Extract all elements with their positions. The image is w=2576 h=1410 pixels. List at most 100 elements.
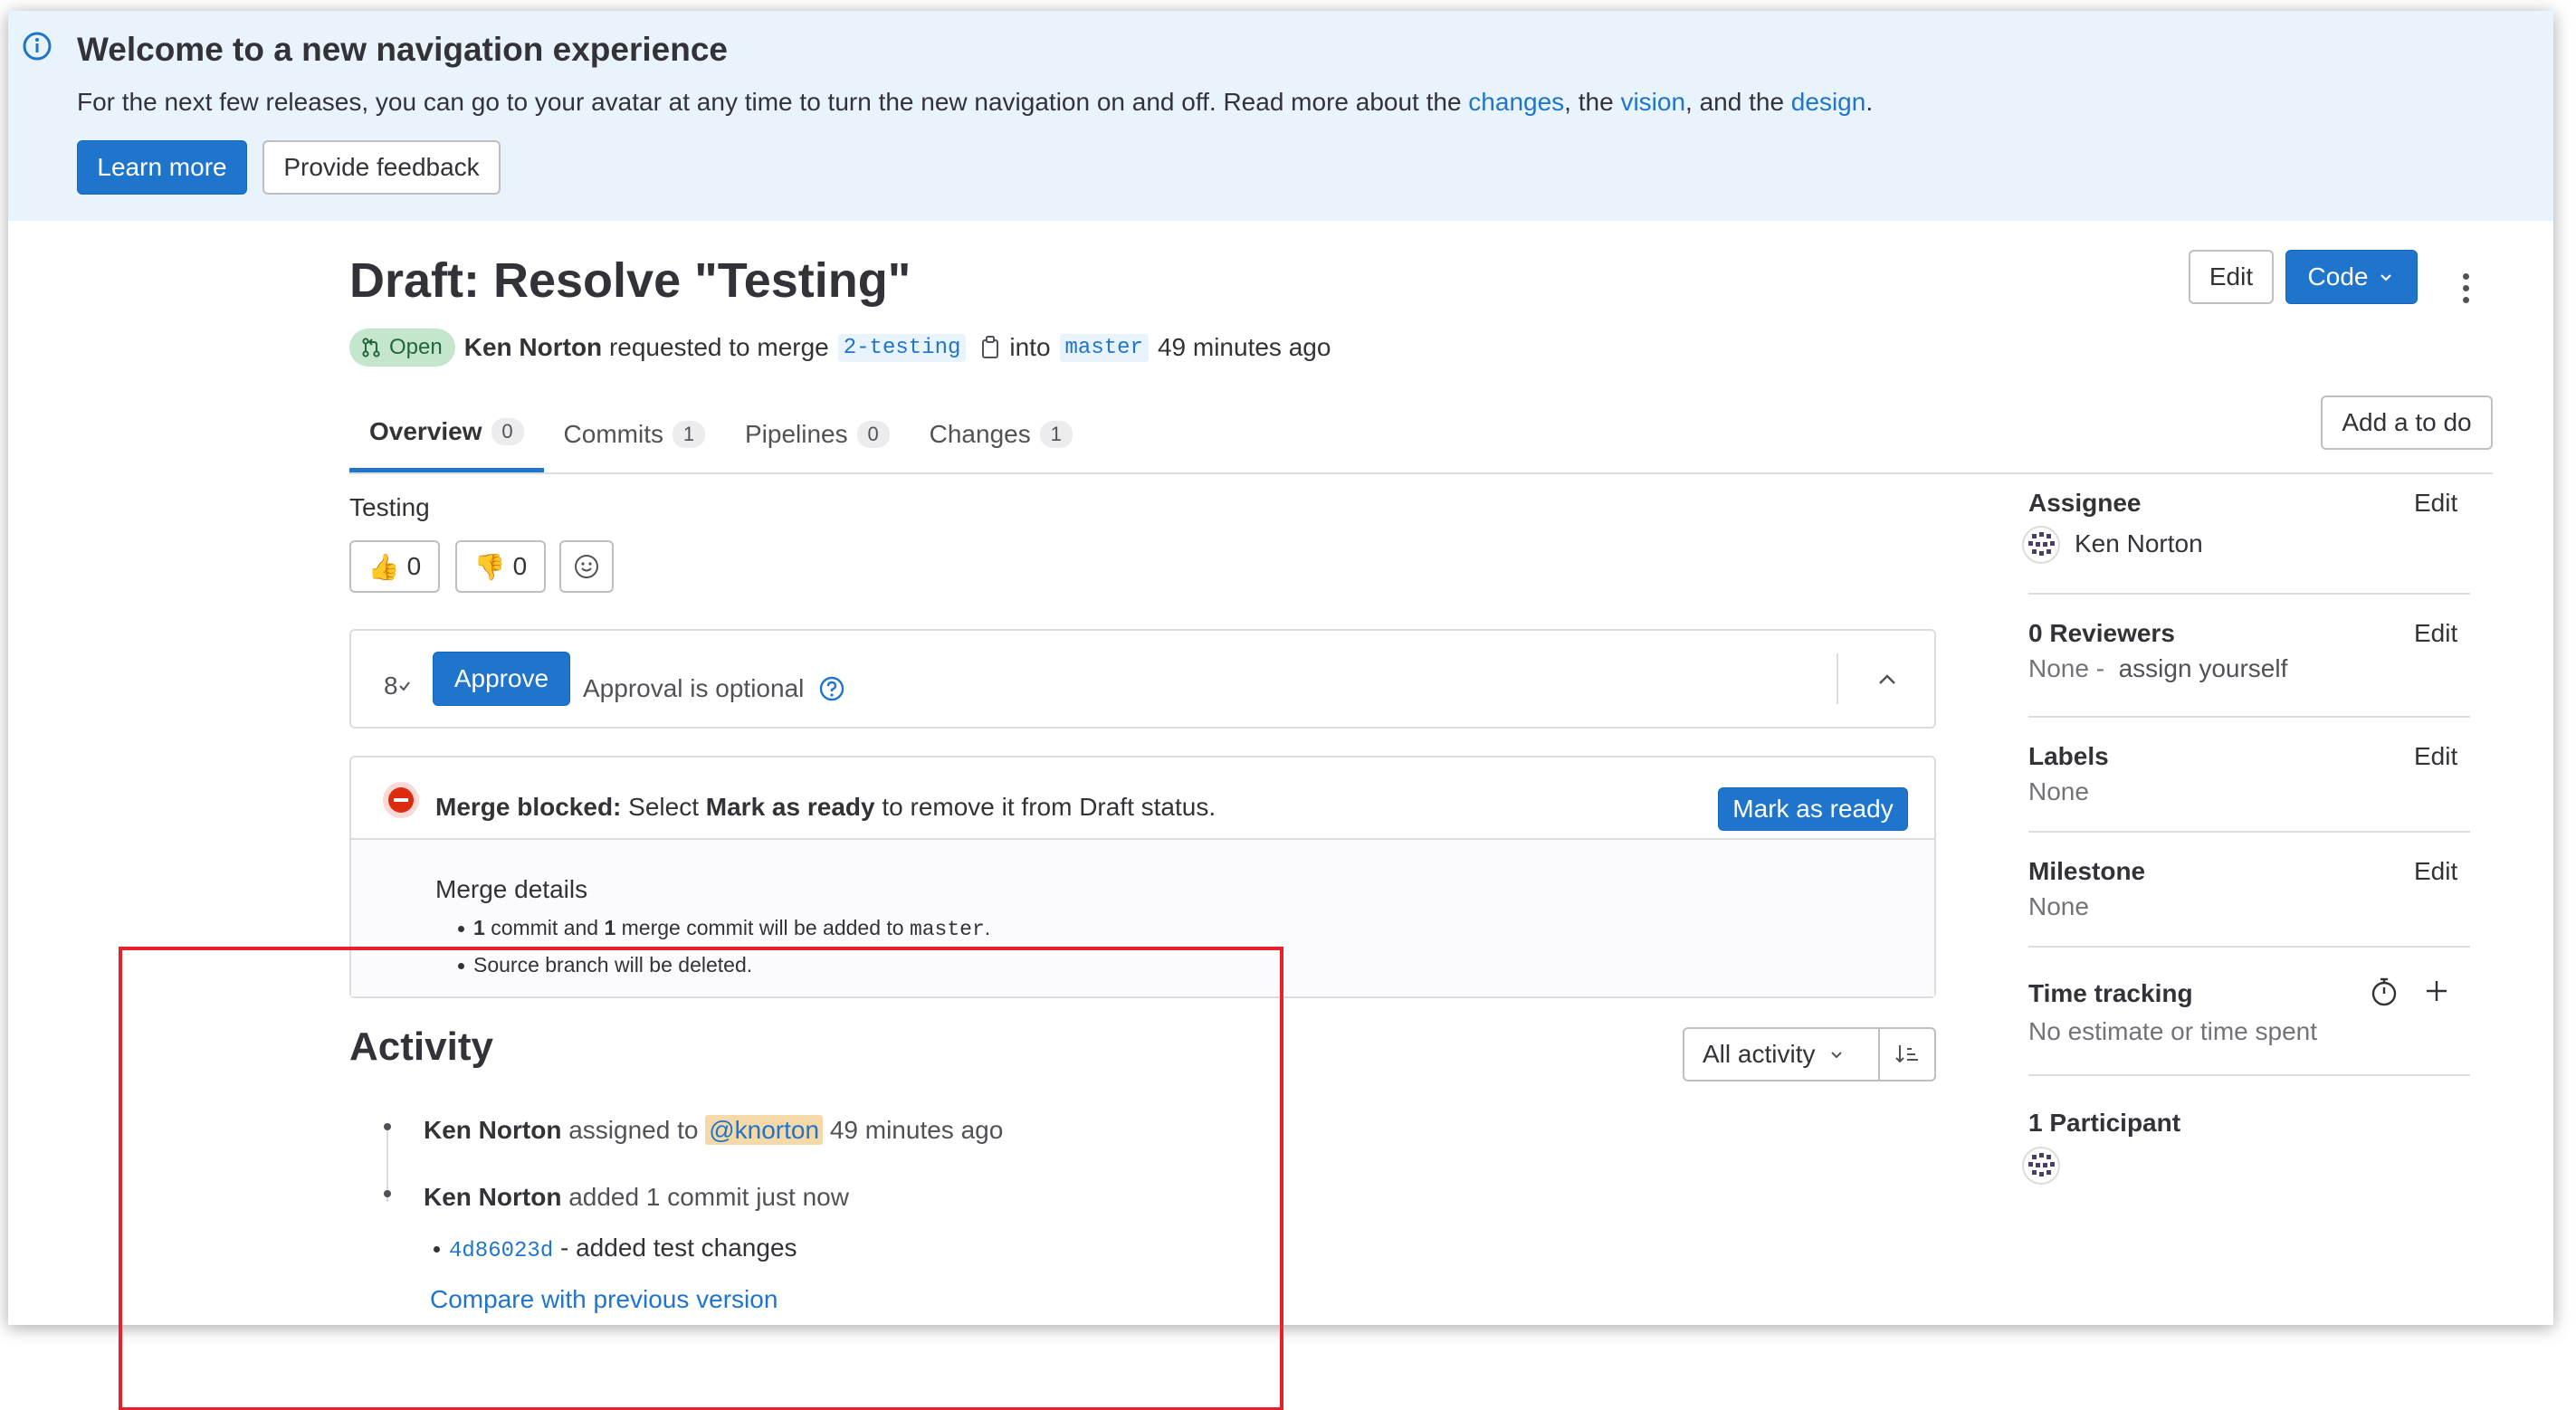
merge-request-meta: Open Ken Norton requested to merge 2-tes… (349, 328, 1331, 367)
sidebar-divider (2028, 946, 2470, 948)
author-name[interactable]: Ken Norton (464, 333, 602, 362)
banner-text-part: . (1865, 88, 1874, 116)
tabs-divider (349, 472, 2493, 474)
panel-divider (1837, 653, 1838, 704)
design-link[interactable]: design (1791, 88, 1866, 116)
changes-link[interactable]: changes (1468, 88, 1564, 116)
reviewers-title: 0 Reviewers (2028, 619, 2175, 647)
status-label: Open (389, 335, 443, 359)
tab-count: 0 (491, 418, 524, 445)
merge-detail-item: 1 commit and 1 merge commit will be adde… (458, 916, 990, 941)
participant-avatar[interactable] (2021, 1146, 2061, 1186)
source-branch[interactable]: 2-testing (837, 333, 967, 362)
created-time: 49 minutes ago (1157, 333, 1331, 361)
add-todo-button[interactable]: Add a to do (2321, 395, 2493, 450)
provide-feedback-button[interactable]: Provide feedback (262, 140, 501, 195)
merge-detail-text: commit and (491, 916, 599, 939)
description: Testing (349, 493, 430, 521)
banner-text-part: For the next few releases, you can go to… (77, 88, 1469, 116)
code-button-label: Code (2307, 262, 2369, 291)
merge-detail-branch: master (909, 918, 985, 941)
mark-as-ready-button[interactable]: Mark as ready (1718, 787, 1908, 831)
banner-text-part: , the (1564, 88, 1621, 116)
reaction-count: 0 (406, 552, 422, 580)
code-dropdown-button[interactable]: Code (2285, 250, 2418, 304)
avatar[interactable] (2021, 525, 2061, 565)
assignee-title: Assignee (2028, 489, 2142, 517)
tab-commits[interactable]: Commits 1 (544, 395, 725, 472)
page-title: Draft: Resolve "Testing" (349, 253, 911, 308)
tab-overview[interactable]: Overview 0 (349, 395, 544, 472)
smiley-icon (575, 555, 598, 578)
time-tracking-title: Time tracking (2028, 979, 2193, 1007)
vision-link[interactable]: vision (1620, 88, 1685, 116)
tab-count: 1 (672, 420, 705, 448)
sort-direction-button[interactable] (1880, 1029, 1934, 1080)
participants-title: 1 Participant (2028, 1109, 2181, 1137)
chevron-up-icon[interactable] (1875, 667, 1900, 692)
thumbsdown-icon: 👎 (473, 551, 506, 582)
merge-detail-text: 1 (604, 916, 616, 939)
banner-title: Welcome to a new navigation experience (77, 31, 728, 68)
more-actions-icon[interactable] (2452, 264, 2479, 311)
activity-filter-dropdown[interactable]: All activity (1684, 1029, 1880, 1080)
approval-optional-label: Approval is optional (583, 674, 805, 702)
thumbsup-reaction-button[interactable]: 👍 0 (349, 540, 440, 593)
banner-text: For the next few releases, you can go to… (77, 83, 1873, 121)
labels-edit-link[interactable]: Edit (2414, 742, 2457, 771)
merge-blocked-message: Merge blocked: Select Mark as ready to r… (435, 793, 1216, 822)
tab-label: Changes (929, 419, 1031, 448)
assign-yourself-link[interactable]: assign yourself (2119, 654, 2288, 682)
stopwatch-icon[interactable] (2369, 976, 2399, 1008)
learn-more-button[interactable]: Learn more (77, 140, 247, 195)
requested-text: requested to merge (608, 333, 829, 361)
assignee-edit-link[interactable]: Edit (2414, 489, 2457, 518)
copy-icon[interactable] (980, 335, 1002, 360)
labels-title: Labels (2028, 742, 2109, 770)
edit-button[interactable]: Edit (2189, 250, 2274, 304)
assignee-name[interactable]: Ken Norton (2075, 529, 2203, 558)
reviewers-edit-link[interactable]: Edit (2414, 619, 2457, 648)
thumbsdown-reaction-button[interactable]: 👎 0 (455, 540, 546, 593)
activity-filter: All activity (1683, 1027, 1936, 1081)
tab-label: Pipelines (744, 419, 848, 448)
reaction-count: 0 (512, 552, 528, 580)
check-icon (398, 681, 410, 691)
merge-detail-text: 1 (473, 916, 485, 939)
milestone-value: None (2028, 892, 2089, 920)
approvals-count: 8 (384, 672, 398, 700)
tab-label: Commits (563, 419, 663, 448)
tab-label: Overview (369, 417, 482, 445)
merge-blocked-label: Merge blocked: (435, 793, 622, 821)
chevron-down-icon (2380, 274, 2392, 281)
tab-changes[interactable]: Changes 1 (910, 395, 1092, 472)
plus-icon[interactable] (2423, 977, 2450, 1005)
approve-button[interactable]: Approve (433, 652, 570, 706)
tab-pipelines[interactable]: Pipelines 0 (725, 395, 910, 472)
activity-filter-label: All activity (1703, 1040, 1816, 1068)
milestone-title: Milestone (2028, 857, 2146, 885)
sidebar-divider (2028, 831, 2470, 833)
highlight-annotation (119, 947, 1283, 1410)
sidebar-divider (2028, 593, 2470, 595)
tab-count: 1 (1039, 420, 1073, 448)
sidebar-divider (2028, 1074, 2470, 1076)
target-branch[interactable]: master (1059, 333, 1149, 362)
merge-text-bold: Mark as ready (705, 793, 875, 821)
into-text: into (1009, 333, 1051, 361)
merge-request-icon (362, 338, 380, 357)
banner-text-part: , and the (1685, 88, 1791, 116)
thumbsup-icon: 👍 (367, 551, 400, 582)
chevron-down-icon (1831, 1052, 1843, 1059)
add-reaction-button[interactable] (559, 540, 614, 593)
help-icon[interactable] (818, 675, 845, 702)
merge-request-tabs: Overview 0 Commits 1 Pipelines 0 Changes 1 (349, 395, 1092, 472)
navigation-banner: Welcome to a new navigation experience F… (8, 11, 2553, 221)
milestone-edit-link[interactable]: Edit (2414, 857, 2457, 886)
info-icon (23, 32, 52, 61)
labels-value: None (2028, 777, 2089, 805)
merge-details-title: Merge details (435, 875, 588, 903)
sort-lowest-icon (1895, 1045, 1918, 1063)
tab-count: 0 (856, 420, 890, 448)
sidebar-divider (2028, 716, 2470, 718)
